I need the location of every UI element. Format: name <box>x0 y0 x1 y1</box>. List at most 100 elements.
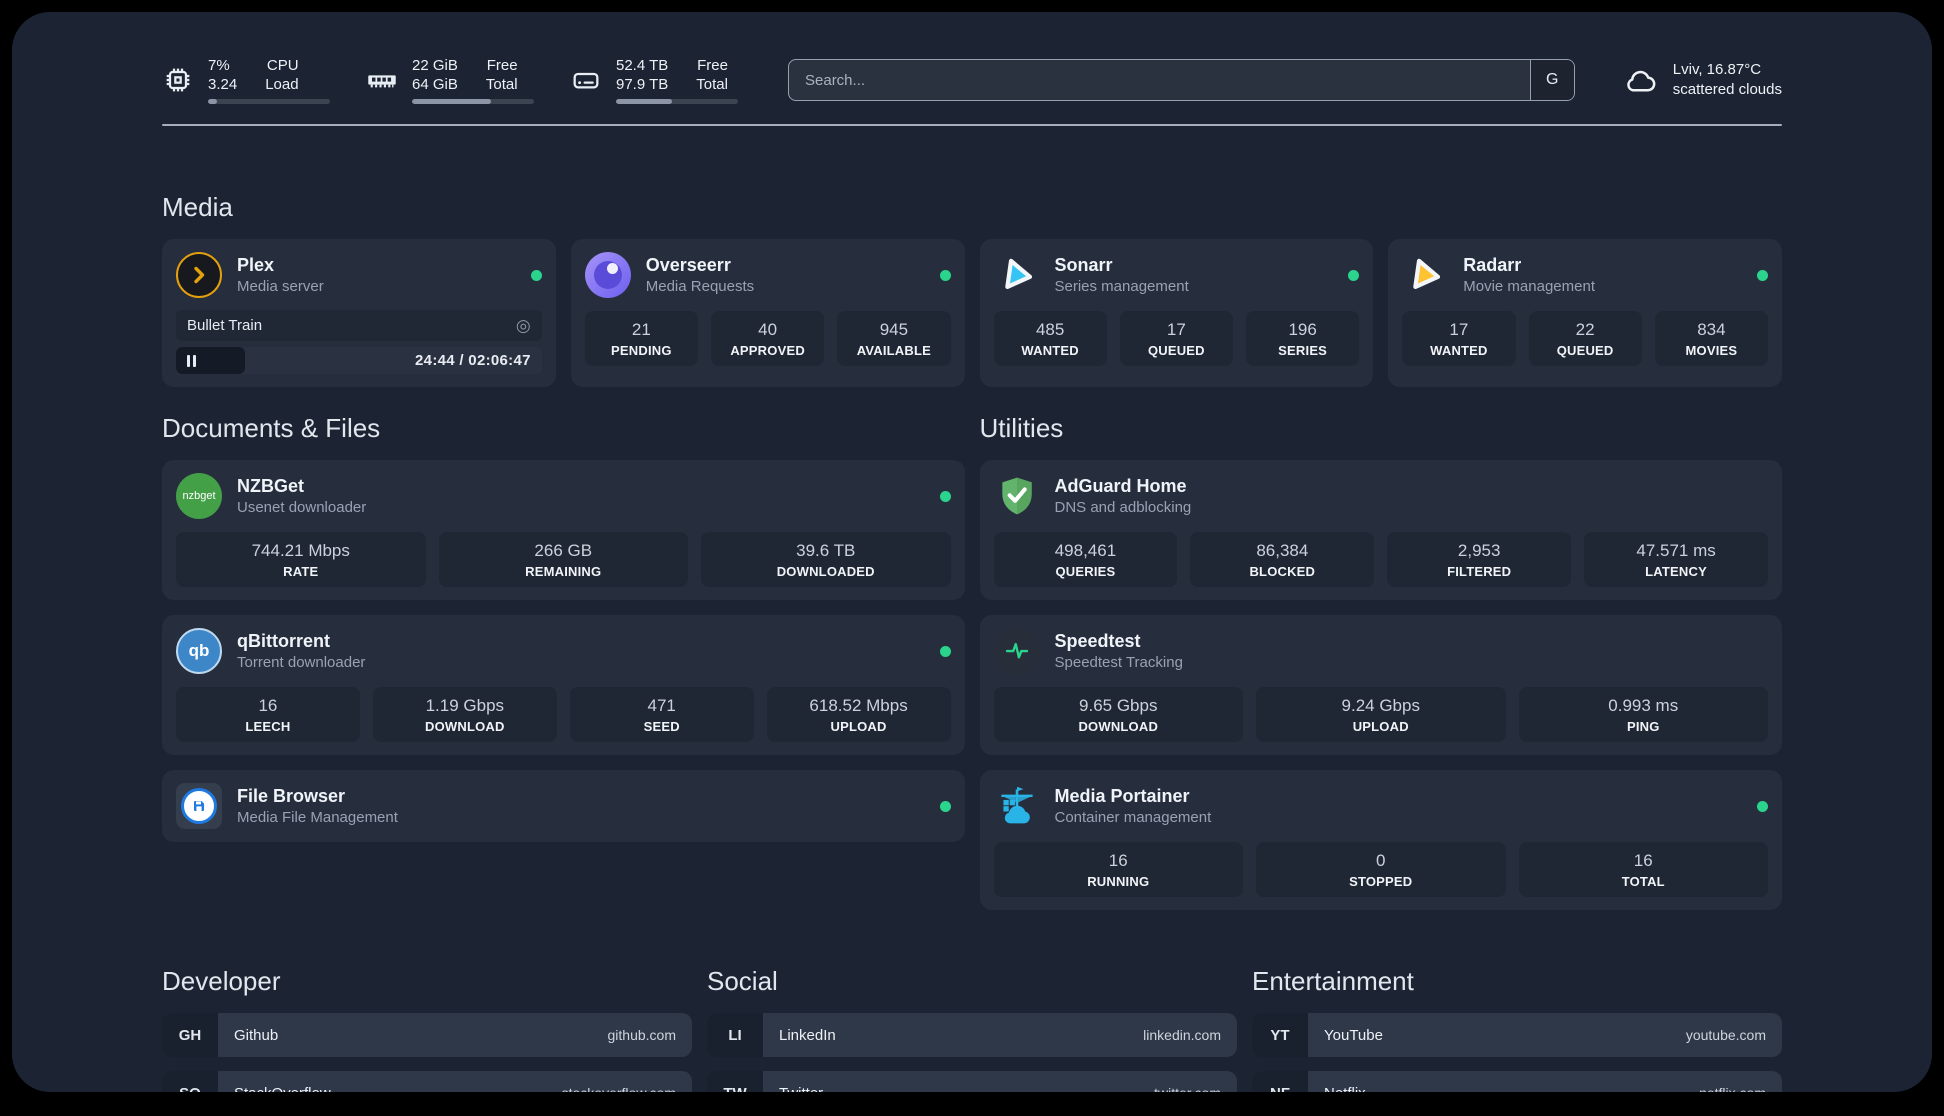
app-description: DNS and adblocking <box>1054 499 1192 517</box>
pause-icon <box>187 354 190 367</box>
stat-queued: 17 QUEUED <box>1119 311 1233 367</box>
status-dot-online <box>1757 269 1768 281</box>
status-dot-online <box>939 800 951 812</box>
status-dot-online <box>939 490 951 502</box>
app-description: Media server <box>237 278 324 296</box>
portainer-icon <box>994 783 1040 829</box>
section-title-social: Social <box>707 966 778 997</box>
link-netflix[interactable]: NF Netflix netflix.com <box>1252 1071 1782 1092</box>
app-card-sonarr[interactable]: Sonarr Series management 485 WANTED 17 QUE… <box>979 239 1374 388</box>
app-name: Plex <box>237 255 275 276</box>
app-description: Usenet downloader <box>237 499 367 517</box>
link-twitter[interactable]: TW Twitter twitter.com <box>707 1071 1237 1092</box>
filebrowser-icon <box>176 783 222 830</box>
topbar: 7% 3.24 CPU Load 22 GiB 64 GiB Free Total <box>162 56 1782 105</box>
link-tag: NF <box>1252 1071 1308 1092</box>
disk-free-label: Free <box>697 57 728 74</box>
app-description: Speedtest Tracking <box>1054 654 1183 672</box>
section-title-media: Media <box>162 192 233 223</box>
nzbget-icon: nzbget <box>176 473 222 520</box>
stat-seed: 471 SEED <box>569 687 754 743</box>
cloud-icon <box>1626 71 1656 92</box>
qbittorrent-icon: qb <box>176 628 222 675</box>
stat-latency: 47.571 ms LATENCY <box>1584 532 1768 588</box>
app-name: Sonarr <box>1054 255 1113 276</box>
app-name: NZBGet <box>237 476 304 497</box>
app-card-portainer[interactable]: Media Portainer Container management 16 R… <box>979 770 1782 911</box>
app-card-qbittorrent[interactable]: qb qBittorrent Torrent downloader 16 LEEC… <box>162 615 965 756</box>
stat-rate: 744.21 Mbps RATE <box>176 532 426 588</box>
app-description: Movie management <box>1463 278 1595 296</box>
stat-filtered: 2,953 FILTERED <box>1387 532 1572 588</box>
ram-icon <box>368 75 396 88</box>
stat-wanted: 17 WANTED <box>1402 311 1516 367</box>
speedtest-icon <box>993 628 1040 675</box>
link-name: YouTube <box>1324 1026 1383 1044</box>
app-name: AdGuard Home <box>1054 476 1187 497</box>
stat-queries: 498,461 QUERIES <box>993 532 1178 588</box>
app-card-overseerr[interactable]: Overseerr Media Requests 21 PENDING 40 APP… <box>570 239 965 388</box>
status-dot-online <box>530 269 542 281</box>
status-dot-online <box>1757 800 1768 812</box>
memory-free: 22 GiB <box>412 57 458 74</box>
link-linkedin[interactable]: LI LinkedIn linkedin.com <box>707 1013 1237 1058</box>
weather-location: Lviv, 16.87°C <box>1672 60 1762 78</box>
section-title-utilities: Utilities <box>979 413 1064 444</box>
app-name: qBittorrent <box>237 631 330 652</box>
stat-remaining: 266 GB REMAINING <box>438 532 688 588</box>
app-name: File Browser <box>237 786 346 807</box>
search-engine-button[interactable]: G <box>1529 60 1574 101</box>
stat-movies: 834 MOVIES <box>1654 311 1768 367</box>
app-card-nzbget[interactable]: nzbget NZBGet Usenet downloader 744.21 M… <box>162 460 965 601</box>
link-name: LinkedIn <box>779 1026 836 1044</box>
app-name: Radarr <box>1463 255 1522 276</box>
app-card-adguard[interactable]: AdGuard Home DNS and adblocking 498,461 Q… <box>979 460 1782 601</box>
section-title-entertainment: Entertainment <box>1252 966 1414 997</box>
stat-wanted: 485 WANTED <box>993 311 1107 367</box>
app-card-plex[interactable]: Plex Media server Bullet Train ◎ 24:44 /… <box>162 239 556 388</box>
app-card-radarr[interactable]: Radarr Movie management 17 WANTED 22 QUEUE… <box>1388 239 1782 388</box>
disk-icon <box>573 73 599 89</box>
cpu-load-label: Load <box>265 76 299 94</box>
media-grid: Plex Media server Bullet Train ◎ 24:44 /… <box>162 239 1782 388</box>
memory-progress-bar <box>412 99 534 105</box>
link-url: stackoverflow.com <box>562 1085 676 1092</box>
stat-blocked: 86,384 BLOCKED <box>1190 532 1375 588</box>
now-playing-title: Bullet Train <box>187 317 263 335</box>
link-github[interactable]: GH Github github.com <box>162 1013 692 1058</box>
search-input[interactable] <box>789 60 1530 101</box>
link-name: Netflix <box>1324 1085 1366 1092</box>
stat-leech: 16 LEECH <box>176 687 360 743</box>
stat-total: 16 TOTAL <box>1518 842 1768 898</box>
disk-total-label: Total <box>696 76 728 94</box>
app-name: Media Portainer <box>1054 786 1190 807</box>
search-bar: G <box>788 59 1575 102</box>
disk-progress-bar <box>616 99 738 105</box>
app-card-speedtest[interactable]: Speedtest Speedtest Tracking 9.65 Gbps DO… <box>979 615 1782 756</box>
cpu-usage: 7% <box>208 57 230 74</box>
cpu-load-value: 3.24 <box>208 76 238 94</box>
plex-now-playing: Bullet Train ◎ 24:44 / 02:06:47 <box>176 310 542 375</box>
app-description: Torrent downloader <box>237 654 366 672</box>
app-description: Media Requests <box>645 278 755 296</box>
session-settings-icon[interactable]: ◎ <box>516 317 531 334</box>
link-tag: YT <box>1252 1013 1308 1058</box>
cpu-icon <box>166 68 190 92</box>
stat-pending: 21 PENDING <box>584 311 698 367</box>
link-url: github.com <box>607 1027 676 1044</box>
section-title-developer: Developer <box>162 966 281 997</box>
app-description: Series management <box>1054 278 1189 296</box>
disk-total: 97.9 TB <box>616 76 669 94</box>
link-tag: GH <box>162 1013 218 1058</box>
app-card-filebrowser[interactable]: File Browser Media File Management <box>162 770 965 843</box>
link-youtube[interactable]: YT YouTube youtube.com <box>1252 1013 1782 1058</box>
link-tag: SO <box>162 1071 218 1092</box>
stat-approved: 40 APPROVED <box>711 311 825 367</box>
plex-icon <box>176 252 222 299</box>
disk-free: 52.4 TB <box>616 57 669 74</box>
status-dot-online <box>939 645 951 657</box>
cpu-progress-bar <box>208 99 330 105</box>
cpu-label: CPU <box>266 57 299 74</box>
link-url: twitter.com <box>1154 1085 1221 1092</box>
link-stackoverflow[interactable]: SO StackOverflow stackoverflow.com <box>162 1071 692 1092</box>
